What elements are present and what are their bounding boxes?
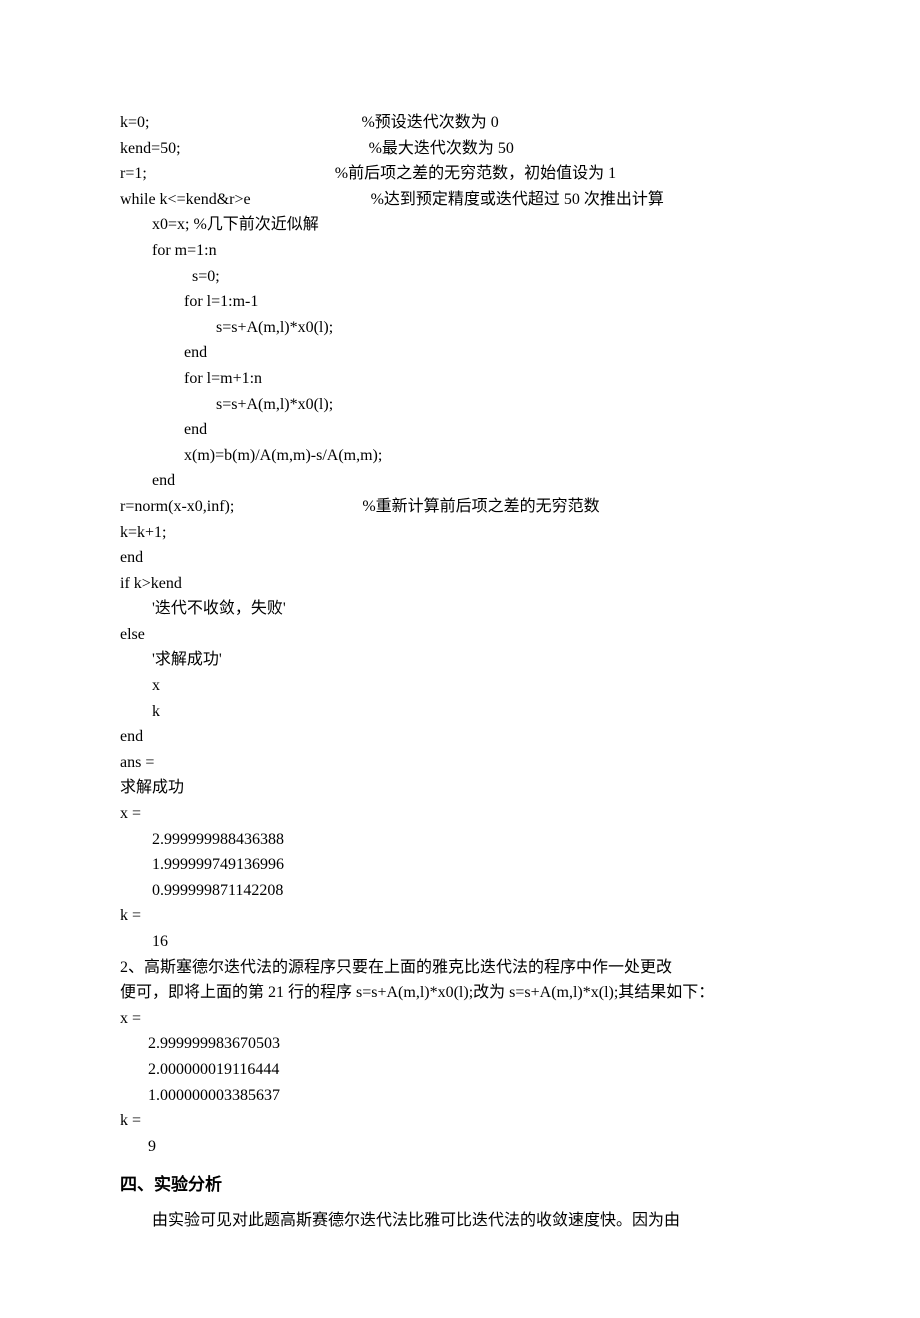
code-line: end	[120, 340, 800, 366]
code-line: 2.999999988436388	[120, 827, 800, 853]
code-line: 2.000000019116444	[120, 1057, 800, 1083]
code-line: for l=m+1:n	[120, 366, 800, 392]
code-line: 2.999999983670503	[120, 1031, 800, 1057]
code-line: 便可，即将上面的第 21 行的程序 s=s+A(m,l)*x0(l);改为 s=…	[120, 980, 800, 1006]
code-line: x	[120, 673, 800, 699]
code-line: r=norm(x-x0,inf); %重新计算前后项之差的无穷范数	[120, 494, 800, 520]
section-heading: 四、实验分析	[120, 1171, 800, 1198]
code-line: k=k+1;	[120, 520, 800, 546]
code-line: x =	[120, 801, 800, 827]
code-line: for m=1:n	[120, 238, 800, 264]
code-line: 16	[120, 929, 800, 955]
code-line: '迭代不收敛，失败'	[120, 596, 800, 622]
code-line: s=s+A(m,l)*x0(l);	[120, 392, 800, 418]
code-line: s=0;	[120, 264, 800, 290]
page-body: k=0; %预设迭代次数为 0kend=50; %最大迭代次数为 50r=1; …	[0, 0, 920, 1318]
code-line: k	[120, 699, 800, 725]
code-line: end	[120, 468, 800, 494]
code-line: 1.999999749136996	[120, 852, 800, 878]
code-line: x =	[120, 1006, 800, 1032]
code-block: k=0; %预设迭代次数为 0kend=50; %最大迭代次数为 50r=1; …	[120, 110, 800, 1159]
code-line: 2、高斯塞德尔迭代法的源程序只要在上面的雅克比迭代法的程序中作一处更改	[120, 955, 800, 981]
code-line: if k>kend	[120, 571, 800, 597]
code-line: end	[120, 724, 800, 750]
code-line: k =	[120, 903, 800, 929]
code-line: 求解成功	[120, 775, 800, 801]
code-line: x0=x; %几下前次近似解	[120, 212, 800, 238]
code-line: k =	[120, 1108, 800, 1134]
code-line: r=1; %前后项之差的无穷范数，初始值设为 1	[120, 161, 800, 187]
code-line: ans =	[120, 750, 800, 776]
code-line: s=s+A(m,l)*x0(l);	[120, 315, 800, 341]
code-line: else	[120, 622, 800, 648]
code-line: 1.000000003385637	[120, 1083, 800, 1109]
code-line: 9	[120, 1134, 800, 1160]
code-line: '求解成功'	[120, 647, 800, 673]
code-line: x(m)=b(m)/A(m,m)-s/A(m,m);	[120, 443, 800, 469]
code-line: 0.999999871142208	[120, 878, 800, 904]
code-line: end	[120, 545, 800, 571]
analysis-paragraph: 由实验可见对此题高斯赛德尔迭代法比雅可比迭代法的收敛速度快。因为由	[120, 1207, 800, 1234]
code-line: for l=1:m-1	[120, 289, 800, 315]
code-line: k=0; %预设迭代次数为 0	[120, 110, 800, 136]
code-line: end	[120, 417, 800, 443]
code-line: kend=50; %最大迭代次数为 50	[120, 136, 800, 162]
code-line: while k<=kend&r>e %达到预定精度或迭代超过 50 次推出计算	[120, 187, 800, 213]
